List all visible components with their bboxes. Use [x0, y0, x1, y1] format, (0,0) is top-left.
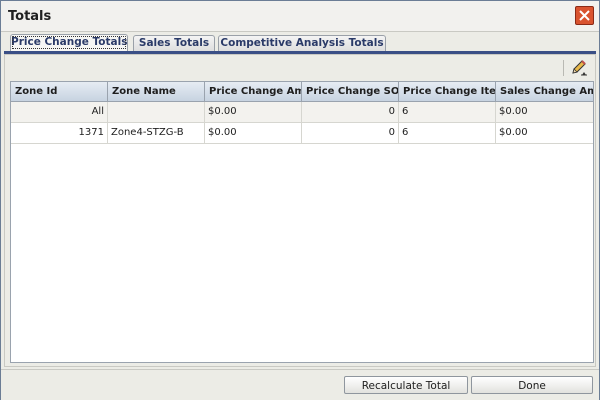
table-header-row: Zone Id Zone Name Price Change Amou Pric…	[11, 82, 593, 102]
totals-dialog: Totals Price Change Totals Sales Totals …	[0, 0, 600, 400]
pencil-icon	[572, 60, 587, 76]
done-button[interactable]: Done	[471, 376, 593, 394]
dialog-title: Totals	[8, 9, 52, 24]
column-header-sales-change-amount[interactable]: Sales Change Amou	[496, 82, 593, 102]
tab-sales-totals[interactable]: Sales Totals	[133, 35, 215, 51]
toolbar-separator	[563, 60, 564, 76]
cell-sales-change-amount: $0.00	[496, 123, 593, 144]
cell-price-change-amount: $0.00	[205, 123, 302, 144]
table-row[interactable]: 1371 Zone4-STZG-B $0.00 0 6 $0.00	[11, 123, 593, 144]
cell-price-change-items: 6	[399, 102, 496, 123]
dialog-footer: Recalculate Total Done	[1, 369, 599, 400]
column-header-price-change-amount[interactable]: Price Change Amou	[205, 82, 302, 102]
table-row[interactable]: All $0.00 0 6 $0.00	[11, 102, 593, 123]
tab-competitive-analysis-totals[interactable]: Competitive Analysis Totals	[218, 35, 386, 51]
totals-table: Zone Id Zone Name Price Change Amou Pric…	[10, 81, 594, 363]
tab-strip: Price Change Totals Sales Totals Competi…	[4, 32, 596, 54]
cell-zone-name	[108, 102, 205, 123]
cell-price-change-soh: 0	[302, 102, 399, 123]
cell-price-change-soh: 0	[302, 123, 399, 144]
edit-button[interactable]	[569, 58, 589, 78]
cell-sales-change-amount: $0.00	[496, 102, 593, 123]
cell-price-change-amount: $0.00	[205, 102, 302, 123]
cell-zone-id: All	[11, 102, 108, 123]
close-button[interactable]	[575, 6, 594, 25]
cell-zone-name: Zone4-STZG-B	[108, 123, 205, 144]
cell-zone-id: 1371	[11, 123, 108, 144]
column-header-price-change-items[interactable]: Price Change Item	[399, 82, 496, 102]
column-header-zone-name[interactable]: Zone Name	[108, 82, 205, 102]
close-icon	[579, 10, 590, 21]
recalculate-total-button[interactable]: Recalculate Total	[344, 376, 468, 394]
tab-price-change-totals[interactable]: Price Change Totals	[10, 34, 128, 51]
column-header-zone-id[interactable]: Zone Id	[11, 82, 108, 102]
title-bar: Totals	[1, 1, 599, 32]
dialog-body: Price Change Totals Sales Totals Competi…	[4, 32, 596, 367]
cell-price-change-items: 6	[399, 123, 496, 144]
tab-panel: Zone Id Zone Name Price Change Amou Pric…	[4, 54, 596, 367]
column-header-price-change-soh[interactable]: Price Change SOH	[302, 82, 399, 102]
